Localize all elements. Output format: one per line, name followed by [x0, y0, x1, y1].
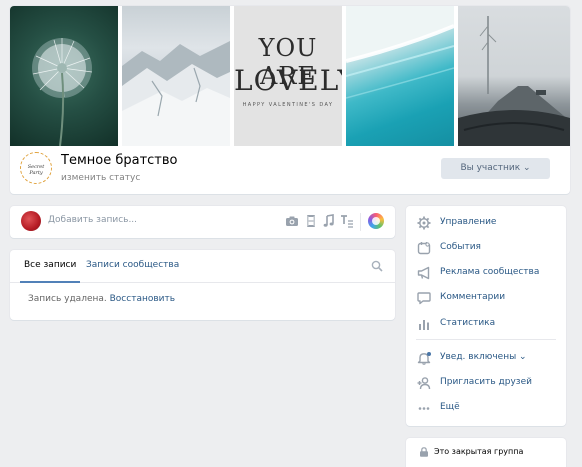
notifications-on-dot [427, 352, 431, 356]
member-button[interactable]: Вы участник ⌄ [441, 158, 550, 179]
menu-label-more: Ещё [440, 402, 460, 412]
menu-label-invite-friends: Пригласить друзей [440, 377, 532, 387]
active-tab-indicator [20, 281, 80, 283]
group-info: Secret Party Темное братство изменить ст… [10, 146, 570, 194]
wall-card: Все записи Записи сообщества Запись удал… [10, 250, 395, 320]
search-icon[interactable] [371, 260, 383, 272]
menu-item-events[interactable]: События [406, 237, 566, 259]
stats-icon [417, 317, 431, 331]
tool-divider [360, 213, 361, 231]
film-icon[interactable] [304, 214, 318, 228]
cover-photo-you-are-lovely[interactable]: YOU ARE LOVELY HAPPY VALENTINE'S DAY [234, 6, 342, 146]
lovely-text-line3: HAPPY VALENTINE'S DAY [242, 102, 334, 108]
group-avatar-logo: Secret Party [27, 164, 45, 176]
cover-photo-dandelion[interactable] [10, 6, 118, 146]
menu-divider [416, 339, 556, 340]
comment-icon [417, 291, 431, 305]
wall-tabs: Все записи Записи сообщества [10, 250, 395, 283]
cover-photo-ocean-shore[interactable] [346, 6, 454, 146]
group-cover: YOU ARE LOVELY HAPPY VALENTINE'S DAY [10, 6, 570, 194]
foggy-road-illustration [458, 16, 570, 146]
menu-item-notifications[interactable]: Увед. включены ⌄ [406, 347, 566, 369]
group-avatar[interactable]: Secret Party [20, 152, 52, 184]
gear-icon [417, 216, 431, 230]
megaphone-icon [417, 266, 431, 280]
theme-icon-center [372, 217, 380, 225]
lock-icon [419, 447, 429, 457]
post-composer: Добавить запись... [10, 206, 395, 238]
closed-group-label: Это закрытая группа [434, 447, 524, 456]
deleted-post-message: Запись удалена. Восстановить [28, 294, 175, 304]
menu-label-ads: Реклама сообщества [440, 267, 540, 277]
restore-link[interactable]: Восстановить [110, 294, 175, 304]
menu-item-stats[interactable]: Статистика [406, 313, 566, 335]
tab-all-posts[interactable]: Все записи [24, 260, 76, 270]
theme-icon[interactable] [368, 213, 384, 229]
cover-photos: YOU ARE LOVELY HAPPY VALENTINE'S DAY [10, 6, 570, 146]
menu-label-events: События [440, 242, 481, 252]
menu-item-ads[interactable]: Реклама сообщества [406, 262, 566, 284]
cover-photo-snowy-hills[interactable] [122, 6, 230, 146]
change-status-link[interactable]: изменить статус [61, 173, 140, 183]
menu-label-comments: Комментарии [440, 292, 506, 302]
more-icon [417, 401, 431, 415]
music-note-icon[interactable] [322, 214, 336, 228]
menu-item-more[interactable]: Ещё [406, 397, 566, 419]
closed-group-block: Это закрытая группа [406, 438, 566, 467]
menu-item-manage[interactable]: Управление [406, 212, 566, 234]
menu-label-manage: Управление [440, 217, 497, 227]
group-name: Темное братство [61, 153, 178, 168]
menu-label-notifications: Увед. включены ⌄ [440, 352, 527, 362]
add-post-input[interactable]: Добавить запись... [48, 215, 137, 225]
ocean-illustration [346, 6, 454, 99]
calendar-icon [417, 241, 431, 255]
menu-label-stats: Статистика [440, 318, 496, 328]
menu-item-invite-friends[interactable]: Пригласить друзей [406, 372, 566, 394]
add-user-icon [417, 376, 431, 390]
snowy-hills-illustration [122, 41, 230, 146]
text-format-icon[interactable] [340, 214, 354, 228]
group-actions-menu: Управление События Реклама сообщества Ко… [406, 206, 566, 426]
lovely-text-line2: LOVELY [234, 64, 342, 97]
dandelion-illustration [32, 38, 93, 146]
menu-item-comments[interactable]: Комментарии [406, 287, 566, 309]
cover-photo-foggy-road[interactable] [458, 6, 570, 146]
tab-community-posts[interactable]: Записи сообщества [86, 260, 179, 270]
camera-icon[interactable] [285, 214, 299, 228]
bell-icon [417, 351, 431, 365]
user-avatar[interactable] [21, 211, 41, 231]
deleted-post-text: Запись удалена. [28, 294, 107, 304]
